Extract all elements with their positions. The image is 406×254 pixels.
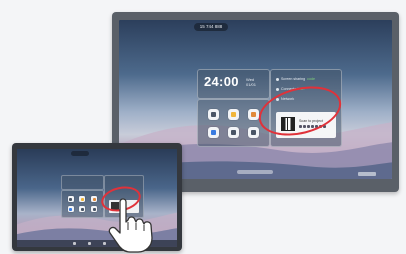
clock-widget: 24:00 Wed 01/01: [197, 69, 270, 99]
brand-logo: [358, 172, 376, 176]
nav-home-icon[interactable]: [88, 242, 91, 245]
clock-time: 24:00: [204, 74, 239, 89]
screen-share-icon[interactable]: [79, 206, 86, 212]
clock-day: 01/01: [246, 82, 257, 87]
settings-icon[interactable]: [91, 206, 98, 212]
panel-row-label: Screen sharing: [281, 77, 306, 81]
pointing-hand-icon: [108, 198, 153, 253]
settings-icon[interactable]: [248, 126, 260, 138]
file-icon[interactable]: [67, 196, 74, 202]
status-pill: [71, 151, 89, 156]
folder-icon[interactable]: [79, 196, 86, 202]
dock-bar[interactable]: [237, 170, 273, 174]
nav-back-icon[interactable]: [73, 242, 76, 245]
app-grid: [203, 106, 264, 141]
file-icon[interactable]: [207, 109, 219, 121]
screen-share-icon[interactable]: [227, 126, 239, 138]
status-dot-icon: [276, 87, 279, 91]
panel-row-accent: code: [307, 77, 315, 81]
clock-widget: [61, 175, 104, 190]
panel-row[interactable]: Screen sharing code: [276, 76, 336, 82]
browser-icon[interactable]: [67, 206, 74, 212]
mail-icon[interactable]: [91, 196, 98, 202]
status-dot-icon: [276, 77, 279, 81]
mail-icon[interactable]: [248, 109, 260, 121]
app-launcher-widget: [61, 190, 104, 218]
browser-icon[interactable]: [207, 126, 219, 138]
app-grid: [65, 194, 100, 214]
folder-icon[interactable]: [227, 109, 239, 121]
clock-date: Wed 01/01: [246, 77, 266, 87]
status-pill: 15 744 888: [194, 23, 228, 31]
